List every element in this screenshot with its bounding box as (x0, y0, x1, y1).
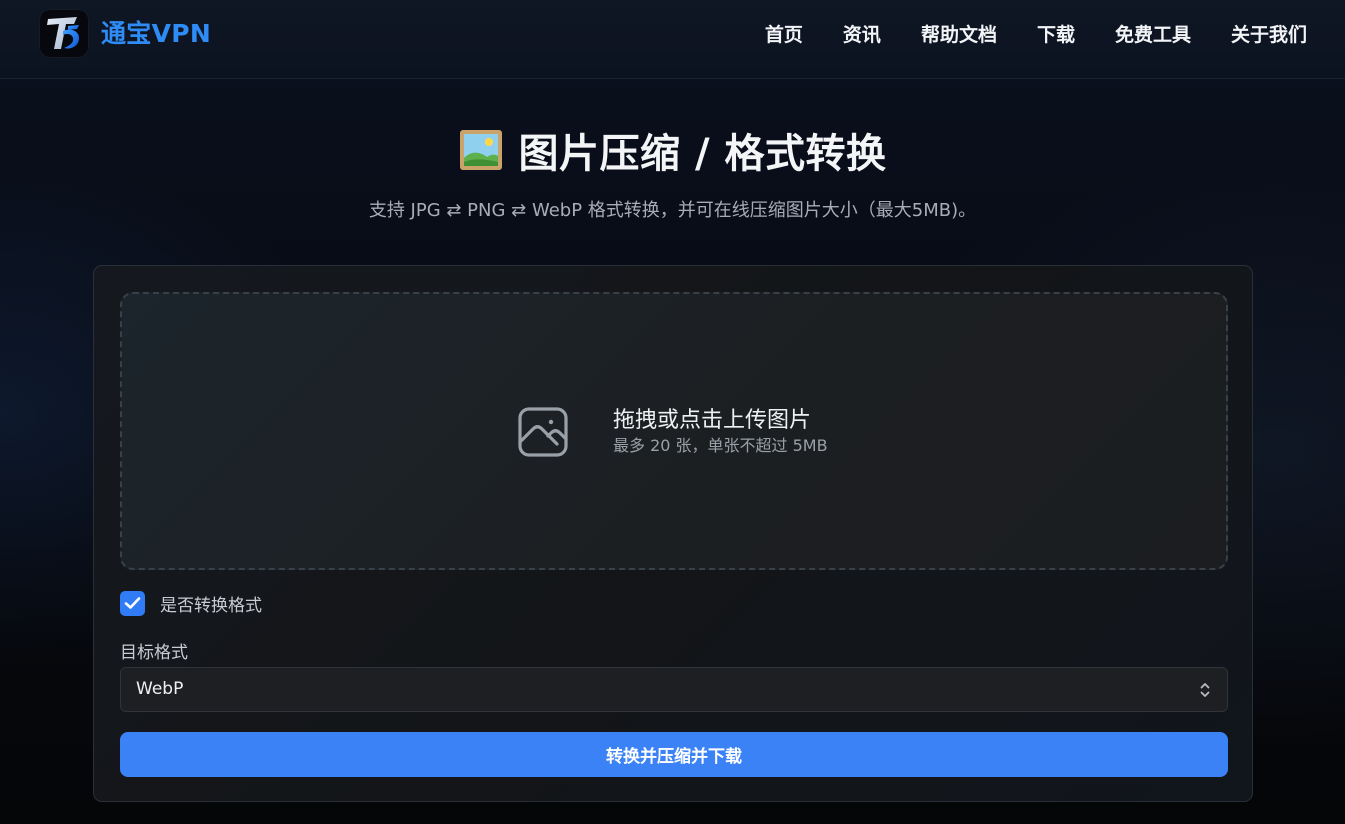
top-navigation-bar: 通宝VPN 首页 资讯 帮助文档 下载 免费工具 关于我们 (0, 0, 1345, 79)
convert-format-checkbox[interactable] (120, 590, 145, 616)
nav-item-about-us[interactable]: 关于我们 (1231, 19, 1307, 51)
brand-name[interactable]: 通宝VPN (101, 18, 211, 50)
upload-hint: 最多 20 张，单张不超过 5MB (613, 436, 828, 455)
target-format-value: WebP (136, 679, 184, 699)
page-title-text: 图片压缩 / 格式转换 (518, 131, 887, 177)
nav-item-home[interactable]: 首页 (765, 19, 803, 51)
checkmark-icon (124, 597, 141, 609)
nav-item-free-tools[interactable]: 免费工具 (1115, 19, 1191, 51)
nav-item-news[interactable]: 资讯 (843, 19, 881, 51)
upload-title: 拖拽或点击上传图片 (613, 408, 812, 433)
convert-format-label: 是否转换格式 (160, 595, 262, 616)
target-format-label: 目标格式 (120, 643, 188, 663)
nav-item-help-docs[interactable]: 帮助文档 (921, 19, 997, 51)
framed-picture-icon (459, 129, 503, 171)
brand-logo-icon[interactable] (39, 9, 89, 58)
nav-item-download[interactable]: 下载 (1037, 19, 1075, 51)
convert-compress-download-button[interactable]: 转换并压缩并下载 (120, 732, 1228, 777)
tool-card: 拖拽或点击上传图片 最多 20 张，单张不超过 5MB 是否转换格式 目标格式 … (93, 265, 1253, 802)
target-format-select[interactable]: WebP (120, 667, 1228, 712)
main-nav: 首页 资讯 帮助文档 下载 免费工具 关于我们 (765, 19, 1307, 51)
upload-dropzone[interactable]: 拖拽或点击上传图片 最多 20 张，单张不超过 5MB (120, 292, 1228, 570)
convert-format-option[interactable]: 是否转换格式 (120, 590, 262, 616)
image-icon (517, 406, 569, 458)
chevron-up-down-icon (1196, 680, 1214, 700)
page-subtitle: 支持 JPG ⇄ PNG ⇄ WebP 格式转换，并可在线压缩图片大小（最大5M… (368, 200, 977, 221)
page-title: 图片压缩 / 格式转换 (0, 122, 1345, 178)
